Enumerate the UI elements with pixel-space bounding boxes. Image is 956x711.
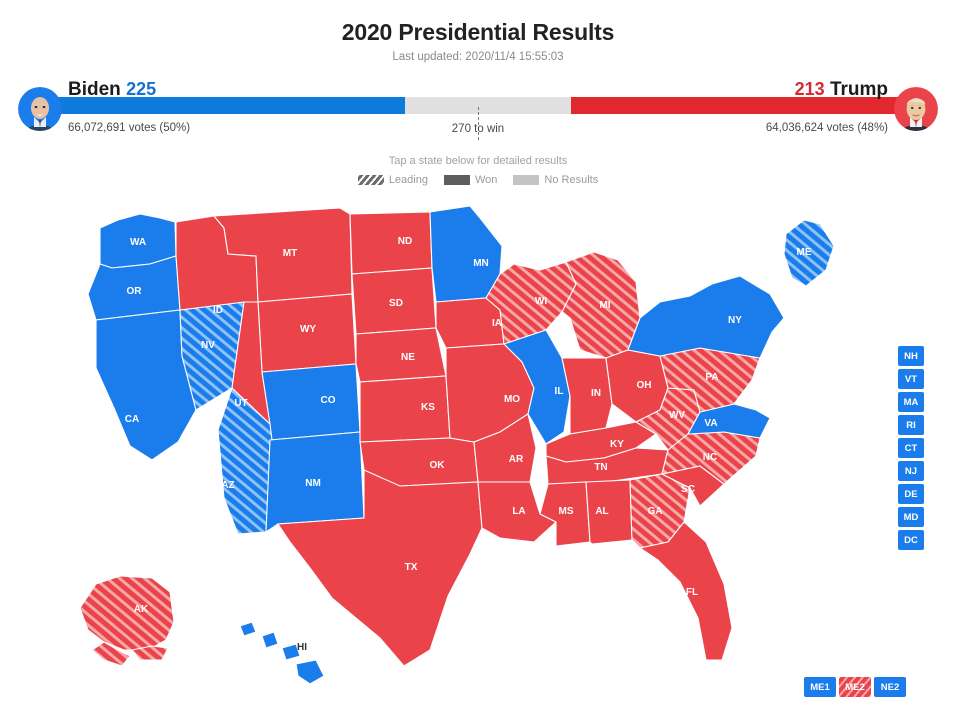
biden-avatar bbox=[18, 87, 62, 132]
state-label-me: ME bbox=[797, 247, 812, 258]
biden-electoral-votes: 225 bbox=[126, 79, 157, 100]
state-co[interactable] bbox=[261, 363, 361, 441]
state-ny[interactable] bbox=[627, 275, 785, 359]
state-label-fl: FL bbox=[686, 587, 698, 598]
state-mn[interactable] bbox=[429, 205, 503, 303]
state-label-tn: TN bbox=[594, 462, 607, 473]
state-label-oh: OH bbox=[637, 380, 652, 391]
leading-swatch-icon bbox=[357, 175, 384, 186]
state-label-mo: MO bbox=[504, 394, 520, 405]
trump-popular-votes: 64,036,624 votes (48%) bbox=[765, 122, 888, 135]
state-label-wv: WV bbox=[669, 410, 685, 421]
win-threshold-label: 270 to win bbox=[451, 123, 505, 136]
district-chip-ne2[interactable]: NE2 bbox=[874, 677, 906, 697]
state-chip-nj[interactable]: NJ bbox=[898, 461, 924, 481]
state-ks[interactable] bbox=[359, 375, 451, 443]
state-hi[interactable] bbox=[261, 631, 279, 649]
state-label-ne: NE bbox=[401, 352, 415, 363]
district-chips[interactable]: ME1 ME2 NE2 bbox=[804, 677, 906, 697]
state-label-or: OR bbox=[127, 286, 143, 297]
state-label-ut: UT bbox=[234, 398, 247, 409]
legend-label-no-results: No Results bbox=[544, 174, 599, 187]
state-chip-ri[interactable]: RI bbox=[898, 415, 924, 435]
legend-label-leading: Leading bbox=[388, 174, 428, 187]
state-label-hi: HI bbox=[297, 642, 307, 653]
state-chip-de[interactable]: DE bbox=[898, 484, 924, 504]
state-nd[interactable] bbox=[349, 211, 433, 275]
page-title: 2020 Presidential Results bbox=[341, 19, 615, 45]
candidate-biden[interactable]: Biden 225 66,072,691 votes (50%) bbox=[18, 79, 190, 134]
state-label-ga: GA bbox=[648, 506, 663, 517]
state-chip-dc[interactable]: DC bbox=[898, 530, 924, 550]
state-label-tx: TX bbox=[405, 562, 418, 573]
state-label-wa: WA bbox=[130, 237, 146, 248]
state-ak[interactable] bbox=[79, 575, 175, 651]
trump-name: Trump bbox=[829, 79, 888, 101]
state-label-va: VA bbox=[704, 418, 717, 429]
biden-name: Biden bbox=[68, 79, 121, 101]
state-label-nv: NV bbox=[201, 340, 215, 351]
state-label-mn: MN bbox=[473, 258, 489, 269]
legend-item-no-results: No Results bbox=[513, 174, 598, 186]
state-label-ak: AK bbox=[134, 604, 149, 615]
legend-item-leading: Leading bbox=[357, 174, 428, 187]
state-chip-ct[interactable]: CT bbox=[898, 438, 924, 458]
state-hi[interactable] bbox=[239, 621, 257, 637]
state-label-ks: KS bbox=[421, 402, 435, 413]
state-label-ca: CA bbox=[125, 414, 139, 425]
district-chip-me1[interactable]: ME1 bbox=[804, 677, 836, 697]
state-chip-vt[interactable]: VT bbox=[898, 369, 924, 389]
state-label-ky: KY bbox=[610, 439, 624, 450]
state-label-ms: MS bbox=[559, 506, 574, 517]
us-electoral-map[interactable]: WA OR CA NV ID MT WY UT CO AZ NM ND SD N… bbox=[0, 198, 956, 711]
trump-electoral-votes: 213 bbox=[794, 79, 825, 100]
no-results-swatch-icon bbox=[513, 175, 540, 186]
state-chip-md[interactable]: MD bbox=[898, 507, 924, 527]
state-label-co: CO bbox=[321, 395, 336, 406]
state-chip-nh[interactable]: NH bbox=[898, 346, 924, 366]
won-swatch-icon bbox=[443, 175, 470, 186]
state-label-nc: NC bbox=[703, 452, 717, 463]
state-hi[interactable] bbox=[295, 659, 325, 685]
state-label-pa: PA bbox=[705, 372, 718, 383]
state-label-wi: WI bbox=[535, 296, 547, 307]
map-hint-text: Tap a state below for detailed results bbox=[388, 155, 568, 168]
results-page: 2020 Presidential Results Last updated: … bbox=[0, 0, 956, 711]
state-label-sc: SC bbox=[681, 484, 695, 495]
state-label-mt: MT bbox=[283, 248, 297, 259]
map-legend: Leading Won No Results bbox=[0, 174, 956, 186]
state-label-la: LA bbox=[512, 506, 525, 517]
state-label-ar: AR bbox=[509, 454, 524, 465]
state-chip-ma[interactable]: MA bbox=[898, 392, 924, 412]
state-label-mi: MI bbox=[599, 300, 610, 311]
state-label-in: IN bbox=[591, 388, 601, 399]
state-label-nm: NM bbox=[305, 478, 321, 489]
state-label-al: AL bbox=[595, 506, 608, 517]
legend-label-won: Won bbox=[474, 174, 498, 187]
state-label-az: AZ bbox=[221, 480, 234, 491]
legend-item-won: Won bbox=[443, 174, 498, 187]
state-label-nd: ND bbox=[398, 236, 412, 247]
state-label-wy: WY bbox=[300, 324, 316, 335]
state-label-ok: OK bbox=[430, 460, 446, 471]
last-updated-text: Last updated: 2020/11/4 15:55:03 bbox=[392, 51, 564, 64]
results-summary: 270 to win Biden 225 66,072,691 votes (5… bbox=[0, 79, 956, 141]
state-label-id: ID bbox=[213, 305, 223, 316]
state-al[interactable] bbox=[585, 479, 633, 545]
trump-avatar bbox=[894, 87, 938, 132]
state-in[interactable] bbox=[561, 357, 613, 435]
state-label-il: IL bbox=[555, 386, 564, 397]
district-chip-me2[interactable]: ME2 bbox=[839, 677, 871, 697]
state-label-ny: NY bbox=[728, 315, 742, 326]
northeast-state-chips[interactable]: NH VT MA RI CT NJ DE MD DC bbox=[898, 346, 924, 550]
biden-popular-votes: 66,072,691 votes (50%) bbox=[68, 122, 191, 135]
state-label-sd: SD bbox=[389, 298, 403, 309]
candidate-trump[interactable]: 213 Trump 64,036,624 votes (48%) bbox=[766, 79, 938, 134]
state-label-ia: IA bbox=[492, 318, 502, 329]
